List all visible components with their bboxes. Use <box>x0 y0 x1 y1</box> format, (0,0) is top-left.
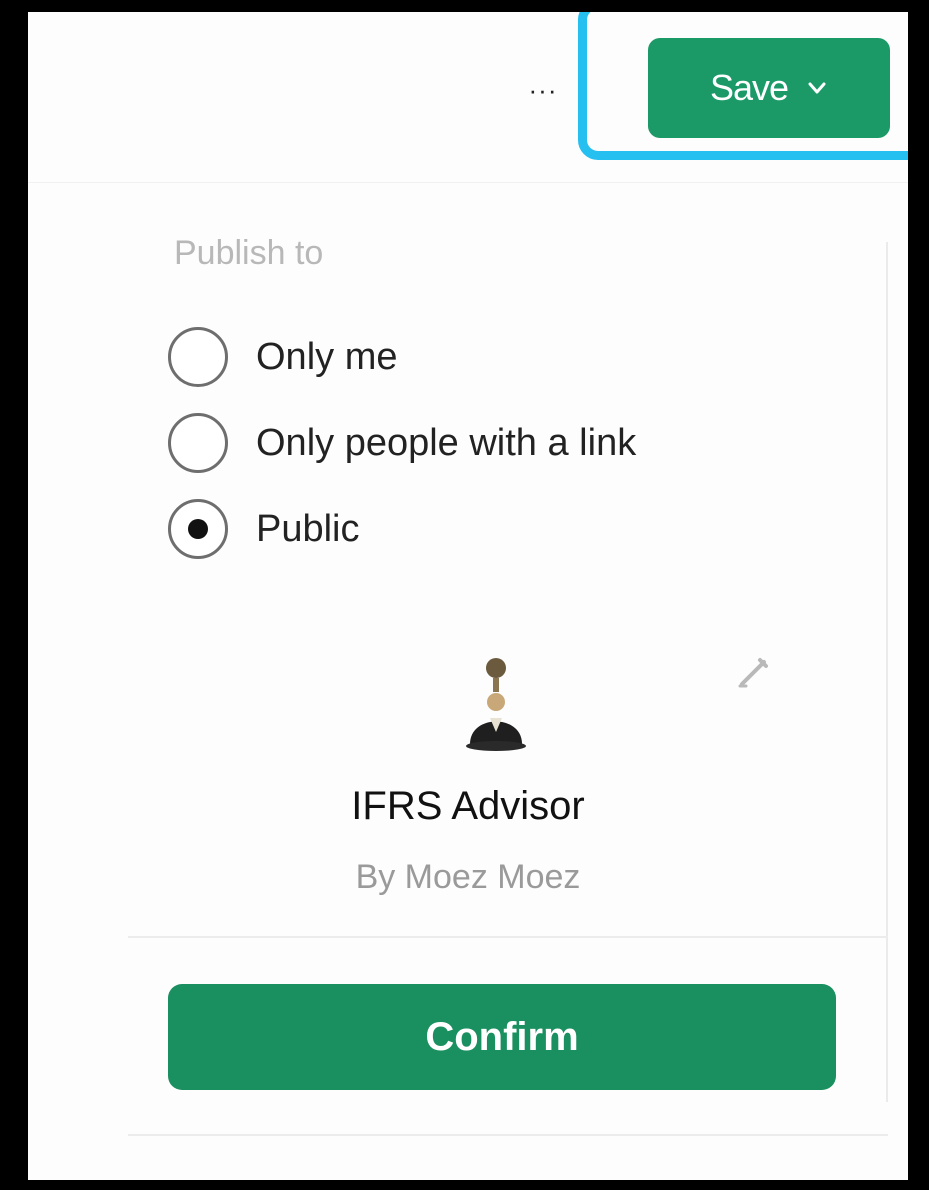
confirm-button[interactable]: Confirm <box>168 984 836 1090</box>
pencil-edit-icon[interactable] <box>734 652 774 692</box>
radio-button[interactable] <box>168 413 228 473</box>
businessman-avatar-icon <box>466 658 526 751</box>
radio-label: Public <box>256 507 360 550</box>
topbar-divider <box>28 182 908 183</box>
radio-label: Only me <box>256 335 398 378</box>
gpt-author: By Moez Moez <box>355 858 581 896</box>
more-options-button[interactable]: ··· <box>516 70 570 110</box>
save-button[interactable]: Save <box>648 38 890 138</box>
publish-to-label: Publish to <box>174 234 324 272</box>
publish-dialog: ··· Save Publish to Only me Only people … <box>28 12 908 1180</box>
radio-only-people-with-link[interactable]: Only people with a link <box>168 408 636 478</box>
radio-button-selected[interactable] <box>168 499 228 559</box>
gpt-name: IFRS Advisor <box>351 784 585 828</box>
radio-only-me[interactable]: Only me <box>168 322 397 392</box>
radio-button[interactable] <box>168 327 228 387</box>
save-button-label: Save <box>709 67 789 108</box>
radio-label: Only people with a link <box>256 421 637 464</box>
radio-public[interactable]: Public <box>168 494 360 564</box>
chevron-down-icon <box>808 82 826 94</box>
panel-edge <box>886 242 888 1102</box>
footer-divider <box>128 1134 888 1136</box>
content-divider <box>128 936 888 938</box>
radio-selected-dot <box>188 519 208 539</box>
